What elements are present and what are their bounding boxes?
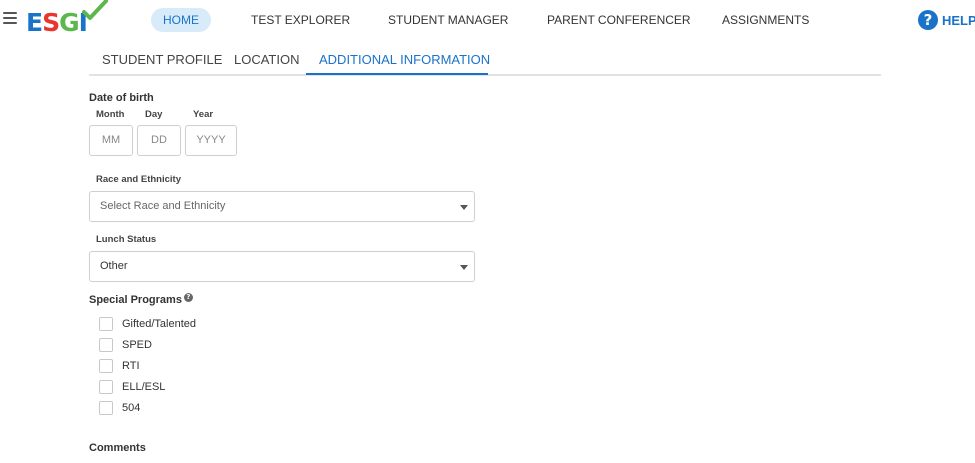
race-label: Race and Ethnicity (96, 174, 181, 185)
dob-month-label: Month (96, 109, 125, 120)
checkbox-box[interactable] (99, 380, 113, 394)
checkbox-sped[interactable]: SPED (99, 337, 152, 353)
race-ethnicity-select[interactable]: Select Race and Ethnicity (89, 191, 475, 222)
nav-test-explorer[interactable]: TEST EXPLORER (251, 8, 350, 32)
checkbox-box[interactable] (99, 338, 113, 352)
checkbox-box[interactable] (99, 317, 113, 331)
special-programs-label: Special Programs (89, 294, 182, 306)
nav-student-manager[interactable]: STUDENT MANAGER (388, 8, 508, 32)
tab-student-profile[interactable]: STUDENT PROFILE (102, 52, 222, 67)
checkbox-label: SPED (122, 339, 152, 351)
question-icon[interactable]: ? (183, 293, 193, 302)
checkbox-box[interactable] (99, 359, 113, 373)
help-icon: ? (918, 10, 938, 30)
nav-home[interactable]: HOME (151, 8, 211, 32)
checkbox-gifted-talented[interactable]: Gifted/Talented (99, 316, 196, 332)
dob-label: Date of birth (89, 92, 154, 104)
checkbox-label: 504 (122, 402, 141, 414)
dob-day-input[interactable]: DD (137, 125, 181, 156)
dob-year-input[interactable]: YYYY (185, 125, 237, 156)
chevron-down-icon (460, 205, 468, 210)
special-programs-heading: Special Programs? (89, 293, 193, 306)
lunch-select-value: Other (100, 260, 128, 272)
comments-label: Comments (89, 442, 146, 454)
logo-text: ESGI (26, 8, 88, 37)
tab-location[interactable]: LOCATION (234, 52, 300, 67)
checkbox-label: ELL/ESL (122, 381, 166, 393)
dob-month-input[interactable]: MM (89, 125, 133, 156)
tab-additional-information[interactable]: ADDITIONAL INFORMATION (319, 52, 490, 67)
top-bar: ESGI HOME TEST EXPLORER STUDENT MANAGER … (0, 0, 975, 40)
nav-assignments[interactable]: ASSIGNMENTS (722, 8, 809, 32)
profile-tabs: STUDENT PROFILE LOCATION ADDITIONAL INFO… (89, 44, 881, 76)
checkbox-rti[interactable]: RTI (99, 358, 140, 374)
logo-checkmark-icon (82, 0, 108, 20)
dob-year-label: Year (193, 109, 214, 120)
nav-parent-conferencer[interactable]: PARENT CONFERENCER (547, 8, 691, 32)
lunch-status-label: Lunch Status (96, 234, 157, 245)
race-select-value: Select Race and Ethnicity (100, 200, 226, 212)
checkbox-504[interactable]: 504 (99, 400, 140, 416)
menu-icon[interactable] (3, 12, 17, 24)
active-tab-indicator (306, 73, 488, 75)
dob-day-label: Day (145, 109, 163, 120)
lunch-status-select[interactable]: Other (89, 251, 475, 282)
checkbox-ell-esl[interactable]: ELL/ESL (99, 379, 165, 395)
help-label: HELP (942, 12, 975, 28)
help-button[interactable]: ? HELP (918, 9, 975, 31)
chevron-down-icon (460, 265, 468, 270)
checkbox-box[interactable] (99, 401, 113, 415)
esgi-logo[interactable]: ESGI (26, 0, 108, 38)
checkbox-label: RTI (122, 360, 140, 372)
checkbox-label: Gifted/Talented (122, 318, 196, 330)
